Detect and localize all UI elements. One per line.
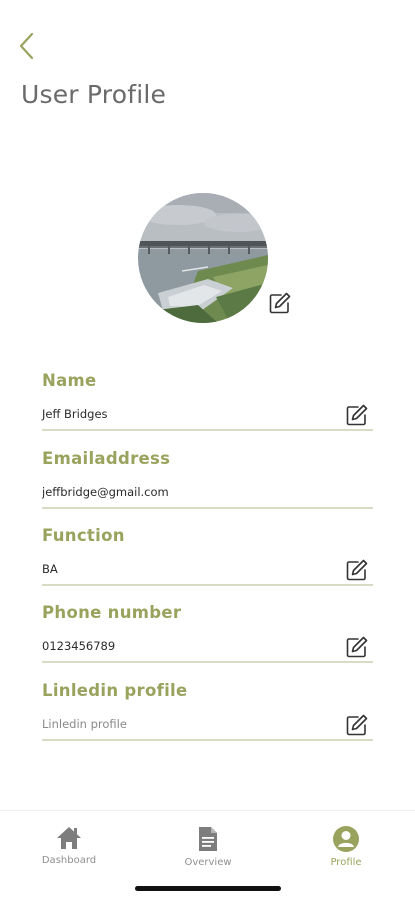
field-divider: [42, 739, 373, 741]
field-label: Linledin profile: [42, 681, 188, 700]
tab-overview[interactable]: Overview: [163, 825, 253, 873]
field-divider: [42, 584, 373, 586]
back-chevron-icon[interactable]: [14, 30, 42, 62]
email-value: jeffbridge@gmail.com: [42, 485, 169, 499]
home-icon: [57, 827, 81, 849]
avatar[interactable]: [138, 193, 268, 323]
field-divider: [42, 507, 373, 509]
edit-name-icon[interactable]: [345, 403, 369, 427]
tab-label: Profile: [330, 857, 362, 868]
name-input[interactable]: Jeff Bridges: [42, 407, 108, 421]
user-circle-icon: [333, 826, 359, 852]
field-divider: [42, 661, 373, 663]
field-name: Name Jeff Bridges: [42, 371, 373, 441]
linkedin-input[interactable]: Linledin profile: [42, 717, 127, 731]
avatar-edit-icon[interactable]: [268, 291, 292, 315]
avatar-photo: [138, 193, 268, 323]
field-divider: [42, 429, 373, 431]
page-title: User Profile: [21, 80, 167, 109]
function-input[interactable]: BA: [42, 562, 58, 576]
edit-function-icon[interactable]: [345, 558, 369, 582]
field-label: Function: [42, 526, 125, 545]
field-label: Emailaddress: [42, 449, 171, 468]
field-linkedin: Linledin profile Linledin profile: [42, 681, 373, 751]
tab-profile[interactable]: Profile: [301, 825, 391, 873]
field-function: Function BA: [42, 526, 373, 596]
home-indicator: [135, 886, 281, 891]
document-icon: [199, 827, 217, 851]
edit-linkedin-icon[interactable]: [345, 713, 369, 737]
phone-input[interactable]: 0123456789: [42, 639, 115, 653]
edit-phone-icon[interactable]: [345, 635, 369, 659]
field-label: Phone number: [42, 603, 182, 622]
tab-label: Dashboard: [41, 855, 97, 866]
field-label: Name: [42, 371, 97, 390]
field-phone: Phone number 0123456789: [42, 603, 373, 673]
tab-dashboard[interactable]: Dashboard: [24, 825, 114, 873]
field-email: Emailaddress jeffbridge@gmail.com: [42, 449, 373, 519]
tab-label: Overview: [184, 857, 232, 868]
